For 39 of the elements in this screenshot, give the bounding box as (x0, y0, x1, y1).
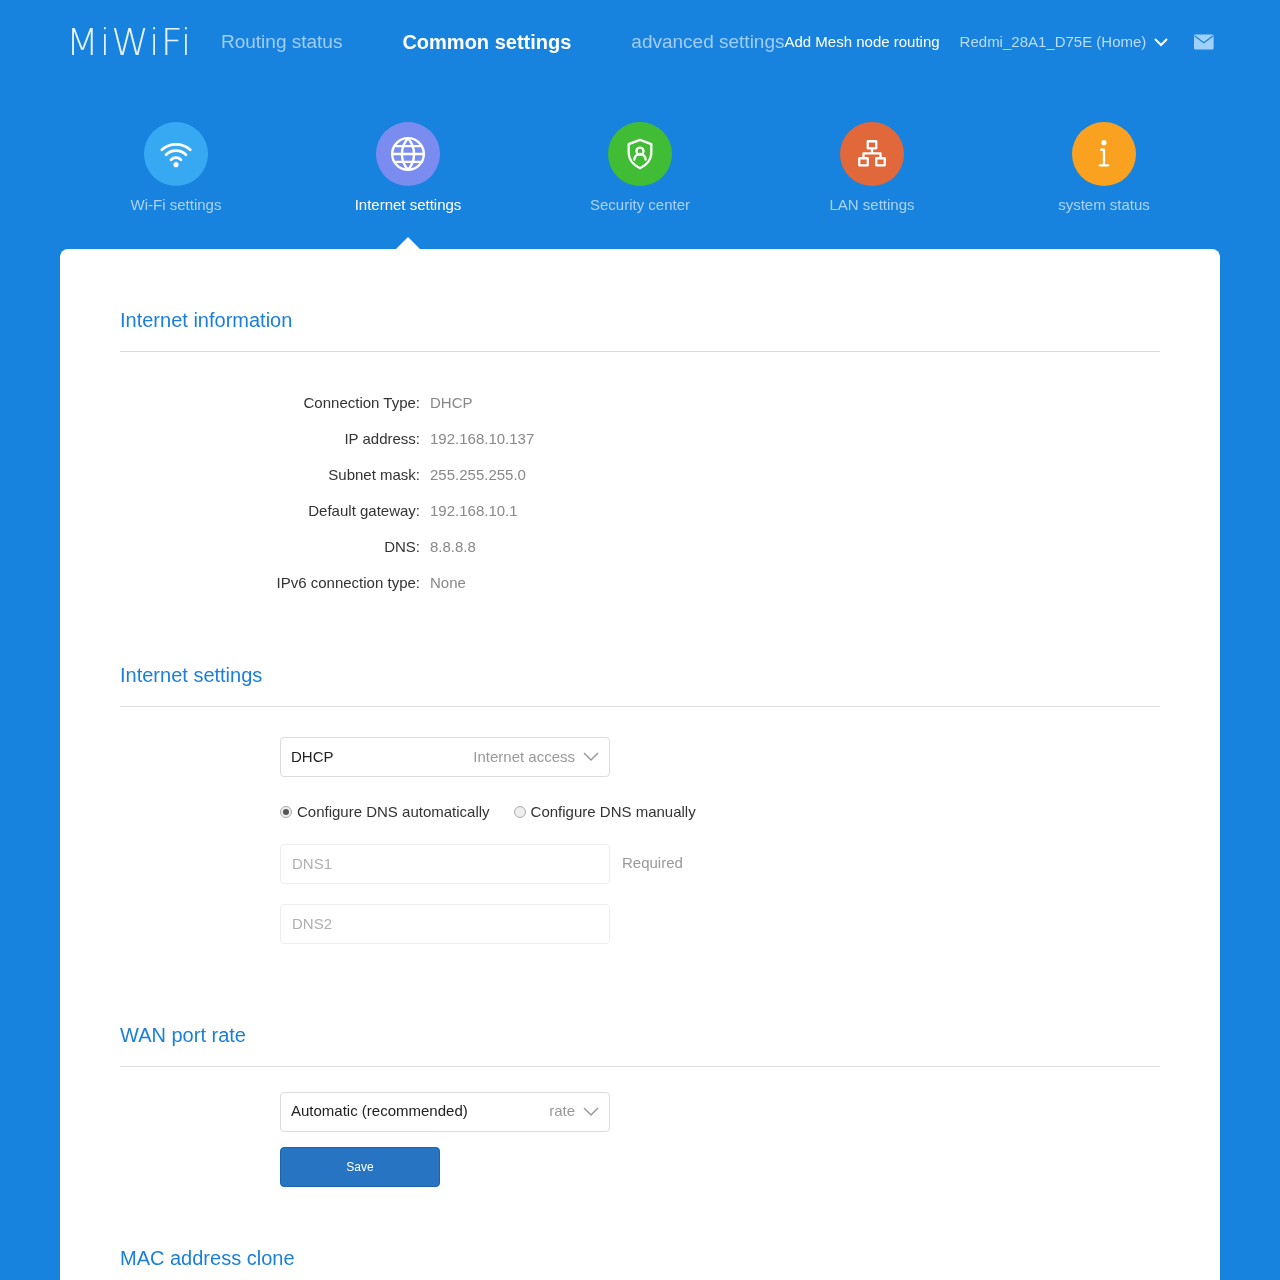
section-title: Internet settings (120, 663, 264, 688)
nav-tab[interactable]: advanced settings (631, 27, 785, 57)
module-tab[interactable]: LAN settings (756, 122, 988, 249)
nav-tab[interactable]: Routing status (220, 27, 343, 57)
info-label: Default gateway: (307, 500, 420, 521)
mail-icon[interactable] (1194, 32, 1214, 52)
nav-tab[interactable]: Common settings (402, 27, 572, 57)
info-value: None (430, 572, 466, 593)
dns-radio[interactable]: Configure DNS automatically (280, 801, 490, 824)
info-value: 8.8.8.8 (430, 536, 476, 557)
chevron-down-icon (1154, 37, 1169, 47)
chevron-down-icon (583, 1106, 599, 1117)
select-hint: rate (549, 1101, 575, 1122)
router-dropdown[interactable]: Redmi_28A1_D75E (Home) (959, 30, 1169, 54)
rate-select[interactable]: Automatic (recommended) rate (280, 1091, 610, 1132)
module-tab[interactable]: Security center (524, 122, 756, 249)
globe-icon (389, 135, 427, 173)
section-title: Internet information (120, 308, 294, 333)
chevron-down-icon (583, 752, 599, 762)
mesh-link[interactable]: Add Mesh node routing (784, 30, 940, 54)
select-hint: Internet access (473, 746, 575, 767)
info-value: 192.168.10.137 (430, 428, 535, 449)
info-value: 192.168.10.1 (430, 500, 518, 521)
logo: MiWiFi (66, 23, 194, 61)
save-button[interactable]: Save (280, 1146, 440, 1187)
required-note: Required (622, 853, 683, 874)
section-title: MAC address clone (120, 1245, 296, 1271)
info-label: Subnet mask: (327, 464, 420, 485)
module-tab[interactable]: Wi-Fi settings (60, 122, 292, 249)
info-label: IPv6 connection type: (275, 572, 420, 593)
info-label: Connection Type: (302, 392, 420, 413)
info-value: DHCP (430, 392, 473, 413)
info-value: 255.255.255.0 (430, 464, 526, 485)
info-label: DNS: (383, 536, 420, 557)
connection-select[interactable]: DHCP Internet access (280, 737, 610, 777)
section-title: WAN port rate (120, 1022, 247, 1048)
info-label: IP address: (343, 428, 420, 449)
module-tab[interactable]: system status (988, 122, 1220, 249)
dns-radio[interactable]: Configure DNS manually (513, 801, 696, 824)
